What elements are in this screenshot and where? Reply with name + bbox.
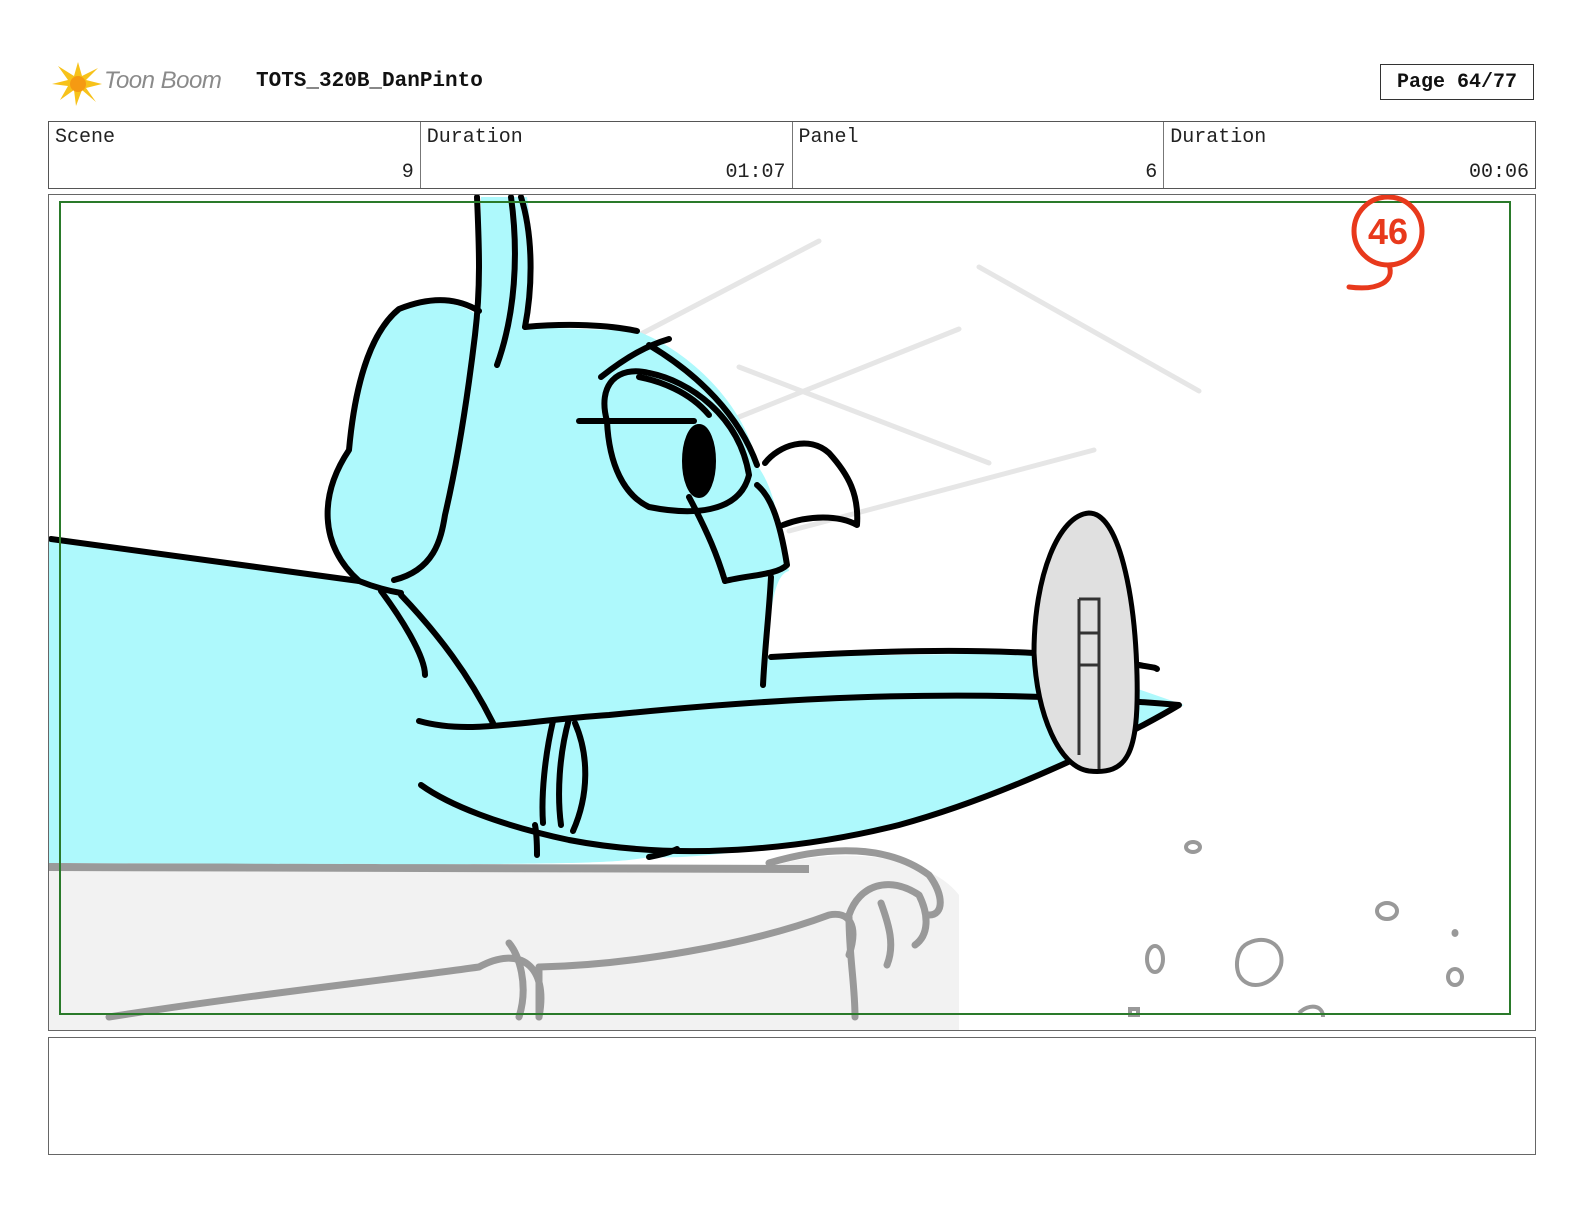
scene-label: Scene bbox=[55, 126, 116, 149]
frame-number-text: 46 bbox=[1368, 211, 1408, 252]
scene-duration-label: Duration bbox=[426, 126, 523, 149]
scene-info-table: Scene 9 Duration 01:07 Panel 6 Duration … bbox=[48, 121, 1536, 189]
disc-object bbox=[1031, 510, 1140, 774]
scene-cell: Scene 9 bbox=[49, 122, 421, 188]
frame-number-annotation: 46 bbox=[1346, 195, 1425, 291]
logo-wordmark: Toon Boom bbox=[104, 67, 222, 94]
character-body-fill bbox=[49, 197, 1184, 865]
panel-notes-box[interactable] bbox=[48, 1037, 1536, 1155]
scene-duration-cell: Duration 01:07 bbox=[421, 122, 793, 188]
panel-duration-cell: Duration 00:06 bbox=[1164, 122, 1535, 188]
panel-duration-label: Duration bbox=[1170, 126, 1267, 149]
panel-cell: Panel 6 bbox=[793, 122, 1165, 188]
starburst-logo-icon bbox=[52, 62, 102, 106]
ground-edge-line bbox=[49, 863, 810, 873]
pebbles-sketch bbox=[1128, 840, 1464, 1018]
scene-value: 9 bbox=[401, 161, 414, 184]
panel-label: Panel bbox=[798, 126, 859, 149]
panel-drawing: 46 bbox=[49, 195, 1511, 1030]
storyboard-panel: 46 bbox=[48, 194, 1536, 1031]
panel-duration-value: 00:06 bbox=[1468, 161, 1529, 184]
page-indicator: Page 64/77 bbox=[1380, 64, 1534, 100]
panel-value: 6 bbox=[1145, 161, 1158, 184]
scene-duration-value: 01:07 bbox=[725, 161, 786, 184]
project-title: TOTS_320B_DanPinto bbox=[256, 70, 483, 93]
toon-boom-logo: Toon Boom bbox=[52, 58, 242, 108]
